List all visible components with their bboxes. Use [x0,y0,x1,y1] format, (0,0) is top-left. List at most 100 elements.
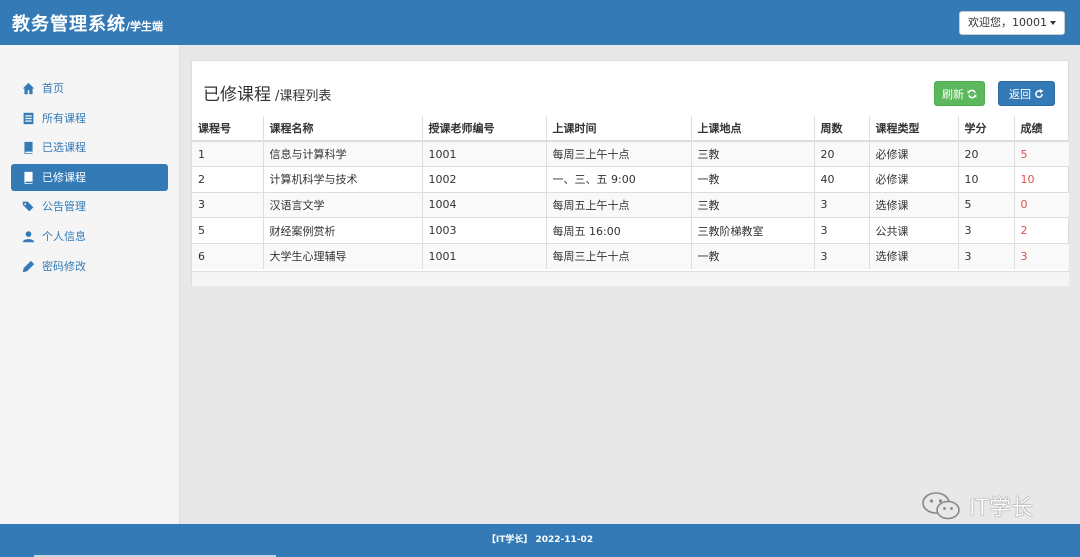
sidebar-item-label: 已选课程 [42,141,86,155]
top-navbar: 教务管理系统/学生端 欢迎您，10001 [0,0,1080,45]
table-cell: 选修课 [868,191,958,218]
table-cell: 每周三上午十点 [545,140,691,167]
tags-icon [22,200,35,213]
table-cell: 每周五 16:00 [545,217,691,244]
table-cell: 公共课 [868,217,958,244]
table-cell: 3 [192,191,263,218]
back-button-label: 返回 [1009,88,1031,101]
table-cell: 汉语言文学 [262,191,422,218]
sidebar-nav: 首页 所有课程 已选课程 已修课程 公告管理 个人信息 密码修改 [0,45,179,280]
table-cell: 3 [813,191,869,218]
table-cell: 大学生心理辅导 [262,242,422,269]
column-header: 课程类型 [868,116,958,142]
user-menu-button[interactable]: 欢迎您，10001 [959,11,1065,35]
sidebar-item-completed-courses[interactable]: 已修课程 [11,163,168,191]
pencil-icon [22,260,35,273]
table-row: 2 计算机科学与技术 1002 一、三、五 9:00 一教 40 必修课 10 … [192,166,1069,193]
table-cell: 20 [813,140,869,167]
column-header: 上课时间 [545,116,691,142]
sidebar-item-label: 所有课程 [42,111,86,125]
column-header: 授课老师编号 [421,116,546,142]
column-header: 课程号 [192,116,263,142]
refresh-button[interactable]: 刷新 [934,81,985,106]
sidebar-item-all-courses[interactable]: 所有课程 [11,105,168,132]
table-cell: 5 [957,191,1014,218]
user-menu-label: 欢迎您，10001 [968,16,1047,29]
sidebar-item-change-password[interactable]: 密码修改 [11,253,168,280]
watermark-text: IT学长 [969,496,1034,521]
table-cell: 1001 [421,140,546,167]
table-footer [192,271,1069,286]
table-cell: 财经案例赏析 [262,217,422,244]
page-title-main: 已修课程 [203,85,271,105]
refresh-icon [967,89,977,99]
footer: 【IT学长】 2022-11-02 [0,524,1080,557]
table-header-row: 课程号 课程名称 授课老师编号 上课时间 上课地点 周数 课程类型 学分 成绩 [192,116,1069,142]
column-header: 课程名称 [262,116,422,142]
column-header: 周数 [813,116,869,142]
brand-subtitle: /学生端 [126,20,164,33]
table-body: 1 信息与计算科学 1001 每周三上午十点 三教 20 必修课 20 5 2 … [192,140,1069,269]
score-cell: 0 [1013,191,1069,218]
table-row: 5 财经案例赏析 1003 每周五 16:00 三教阶梯教室 3 公共课 3 2 [192,217,1069,244]
table-cell: 20 [957,140,1014,167]
table-cell: 三教阶梯教室 [690,217,814,244]
sidebar-item-selected-courses[interactable]: 已选课程 [11,134,168,161]
column-header: 上课地点 [690,116,814,142]
table-cell: 每周三上午十点 [545,242,691,269]
table-cell: 三教 [690,140,814,167]
list-icon [22,112,35,125]
score-cell: 3 [1013,242,1069,269]
course-table: 课程号 课程名称 授课老师编号 上课时间 上课地点 周数 课程类型 学分 成绩 … [192,116,1069,269]
table-cell: 信息与计算科学 [262,140,422,167]
table-cell: 必修课 [868,166,958,193]
footer-text: 【IT学长】 2022-11-02 [486,535,594,545]
table-cell: 3 [813,242,869,269]
sidebar-item-profile[interactable]: 个人信息 [11,223,168,250]
table-cell: 10 [957,166,1014,193]
table-row: 1 信息与计算科学 1001 每周三上午十点 三教 20 必修课 20 5 [192,140,1069,167]
home-icon [22,82,35,95]
refresh-icon [1035,89,1044,98]
app-brand[interactable]: 教务管理系统/学生端 [12,10,163,36]
score-cell: 2 [1013,217,1069,244]
table-header: 课程号 课程名称 授课老师编号 上课时间 上课地点 周数 课程类型 学分 成绩 [192,116,1069,142]
table-cell: 选修课 [868,242,958,269]
table-cell: 1004 [421,191,546,218]
page-subtitle: /课程列表 [275,89,332,104]
table-cell: 一教 [690,166,814,193]
book-icon [22,171,35,184]
back-button[interactable]: 返回 [998,81,1055,106]
table-cell: 三教 [690,191,814,218]
table-cell: 1 [192,140,263,167]
table-row: 3 汉语言文学 1004 每周五上午十点 三教 3 选修课 5 0 [192,191,1069,218]
sidebar-item-label: 公告管理 [42,200,86,214]
score-cell: 10 [1013,166,1069,193]
table-cell: 每周五上午十点 [545,191,691,218]
sidebar-item-label: 个人信息 [42,229,86,243]
brand-title: 教务管理系统 [12,14,126,35]
page-title: 已修课程/课程列表 [203,80,331,105]
table-cell: 3 [957,217,1014,244]
sidebar-item-label: 首页 [42,82,64,95]
table-cell: 1001 [421,242,546,269]
table-cell: 5 [192,217,263,244]
table-cell: 1002 [421,166,546,193]
table-cell: 必修课 [868,140,958,167]
table-row: 6 大学生心理辅导 1001 每周三上午十点 一教 3 选修课 3 3 [192,242,1069,269]
column-header: 成绩 [1013,116,1069,142]
table-cell: 1003 [421,217,546,244]
column-header: 学分 [957,116,1014,142]
sidebar: 首页 所有课程 已选课程 已修课程 公告管理 个人信息 密码修改 [0,45,180,524]
sidebar-item-announcements[interactable]: 公告管理 [11,193,168,220]
course-panel: 已修课程/课程列表 刷新 返回 课程号 课程名称 授课老师编号 上课时间 上课地… [191,60,1069,286]
table-cell: 3 [957,242,1014,269]
user-icon [22,230,35,243]
sidebar-item-home[interactable]: 首页 [11,75,168,102]
watermark: IT学长 [921,490,1033,524]
wechat-icon [922,492,960,520]
table-cell: 一教 [690,242,814,269]
table-cell: 2 [192,166,263,193]
table-cell: 40 [813,166,869,193]
table-cell: 6 [192,242,263,269]
